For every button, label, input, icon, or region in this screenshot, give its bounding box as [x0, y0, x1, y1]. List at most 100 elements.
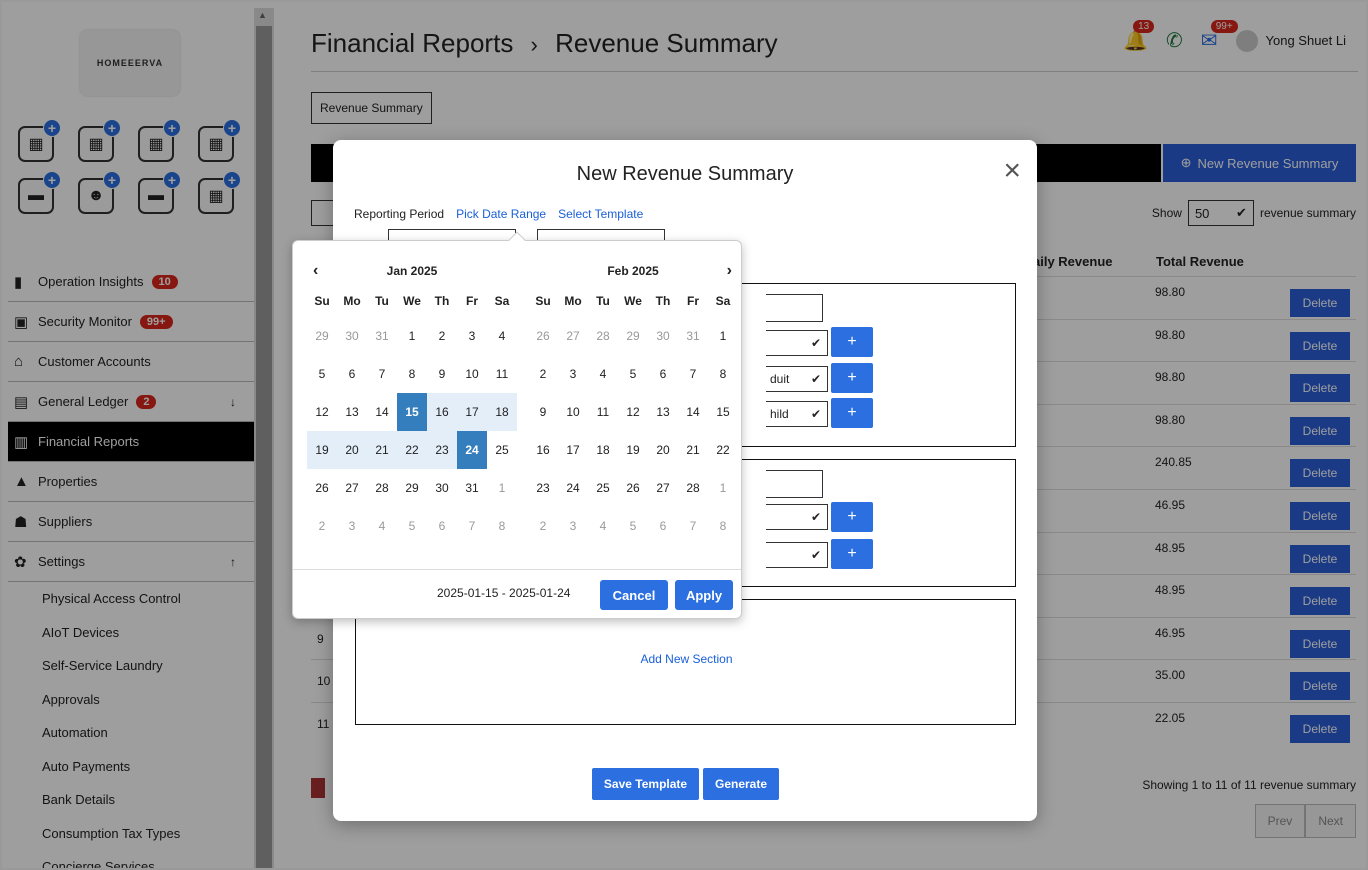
calendar-day[interactable]: 20 — [648, 431, 678, 469]
section-1-add-button-2[interactable]: + — [831, 363, 873, 393]
calendar-day[interactable]: 26 — [618, 469, 648, 507]
calendar-day[interactable]: 23 — [528, 469, 558, 507]
calendar-day[interactable]: 29 — [307, 317, 337, 355]
calendar-day[interactable]: 7 — [457, 507, 487, 545]
section-2-add-button-1[interactable]: + — [831, 502, 873, 532]
calendar-day[interactable]: 26 — [307, 469, 337, 507]
calendar-day[interactable]: 8 — [397, 355, 427, 393]
section-1-select-3[interactable]: hild ✔ — [766, 401, 828, 427]
calendar-day[interactable]: 27 — [337, 469, 367, 507]
calendar-day[interactable]: 29 — [618, 317, 648, 355]
calendar-day[interactable]: 27 — [648, 469, 678, 507]
add-new-section-link[interactable]: Add New Section — [356, 652, 1017, 666]
section-1-name-input[interactable] — [766, 294, 823, 322]
calendar-day[interactable]: 3 — [457, 317, 487, 355]
calendar-day[interactable]: 14 — [678, 393, 708, 431]
calendar-day[interactable]: 4 — [367, 507, 397, 545]
calendar-day[interactable]: 6 — [337, 355, 367, 393]
section-1-select-1[interactable]: ✔ — [766, 330, 828, 356]
calendar-day[interactable]: 11 — [487, 355, 517, 393]
calendar-day[interactable]: 30 — [427, 469, 457, 507]
calendar-day[interactable]: 16 — [427, 393, 457, 431]
calendar-day[interactable]: 2 — [528, 507, 558, 545]
calendar-day[interactable]: 2 — [307, 507, 337, 545]
calendar-day[interactable]: 9 — [427, 355, 457, 393]
calendar-day[interactable]: 8 — [708, 507, 738, 545]
calendar-day[interactable]: 12 — [307, 393, 337, 431]
calendar-day[interactable]: 3 — [558, 355, 588, 393]
calendar-day[interactable]: 5 — [307, 355, 337, 393]
calendar-day[interactable]: 21 — [678, 431, 708, 469]
calendar-day[interactable]: 31 — [367, 317, 397, 355]
apply-button[interactable]: Apply — [675, 580, 733, 610]
calendar-day[interactable]: 18 — [487, 393, 517, 431]
save-template-button[interactable]: Save Template — [592, 768, 699, 800]
select-template-link[interactable]: Select Template — [558, 207, 643, 221]
calendar-day[interactable]: 4 — [588, 355, 618, 393]
calendar-day[interactable]: 1 — [708, 469, 738, 507]
calendar-day[interactable]: 6 — [427, 507, 457, 545]
calendar-day[interactable]: 13 — [337, 393, 367, 431]
calendar-day[interactable]: 29 — [397, 469, 427, 507]
calendar-day[interactable]: 7 — [678, 507, 708, 545]
calendar-day[interactable]: 8 — [487, 507, 517, 545]
section-1-select-2[interactable]: duit ✔ — [766, 366, 828, 392]
calendar-day[interactable]: 11 — [588, 393, 618, 431]
section-2-select-2[interactable]: ✔ — [766, 542, 828, 568]
generate-button[interactable]: Generate — [703, 768, 779, 800]
next-month-icon[interactable]: › — [727, 257, 732, 285]
calendar-day[interactable]: 31 — [678, 317, 708, 355]
calendar-day[interactable]: 19 — [307, 431, 337, 469]
calendar-day[interactable]: 3 — [558, 507, 588, 545]
calendar-day[interactable]: 2 — [528, 355, 558, 393]
calendar-day[interactable]: 18 — [588, 431, 618, 469]
calendar-day[interactable]: 23 — [427, 431, 457, 469]
cancel-button[interactable]: Cancel — [600, 580, 668, 610]
calendar-day[interactable]: 24 — [457, 431, 487, 469]
section-2-select-1[interactable]: ✔ — [766, 504, 828, 530]
calendar-day[interactable]: 22 — [397, 431, 427, 469]
calendar-day[interactable]: 1 — [397, 317, 427, 355]
calendar-day[interactable]: 10 — [457, 355, 487, 393]
calendar-day[interactable]: 30 — [648, 317, 678, 355]
calendar-day[interactable]: 26 — [528, 317, 558, 355]
calendar-day[interactable]: 28 — [678, 469, 708, 507]
calendar-day[interactable]: 20 — [337, 431, 367, 469]
calendar-day[interactable]: 8 — [708, 355, 738, 393]
calendar-day[interactable]: 28 — [588, 317, 618, 355]
calendar-day[interactable]: 25 — [588, 469, 618, 507]
calendar-day[interactable]: 10 — [558, 393, 588, 431]
calendar-day[interactable]: 27 — [558, 317, 588, 355]
calendar-day[interactable]: 7 — [678, 355, 708, 393]
calendar-day[interactable]: 1 — [708, 317, 738, 355]
calendar-day[interactable]: 15 — [708, 393, 738, 431]
calendar-day[interactable]: 12 — [618, 393, 648, 431]
section-1-add-button-1[interactable]: + — [831, 327, 873, 357]
calendar-day[interactable]: 4 — [487, 317, 517, 355]
calendar-day[interactable]: 25 — [487, 431, 517, 469]
calendar-day[interactable]: 19 — [618, 431, 648, 469]
calendar-day[interactable]: 7 — [367, 355, 397, 393]
calendar-day[interactable]: 6 — [648, 355, 678, 393]
calendar-day[interactable]: 24 — [558, 469, 588, 507]
calendar-day[interactable]: 31 — [457, 469, 487, 507]
calendar-day[interactable]: 13 — [648, 393, 678, 431]
calendar-day[interactable]: 17 — [457, 393, 487, 431]
section-2-add-button-2[interactable]: + — [831, 539, 873, 569]
calendar-day[interactable]: 1 — [487, 469, 517, 507]
calendar-day[interactable]: 30 — [337, 317, 367, 355]
close-icon[interactable]: × — [1003, 154, 1021, 188]
calendar-day[interactable]: 5 — [397, 507, 427, 545]
calendar-day[interactable]: 14 — [367, 393, 397, 431]
calendar-day[interactable]: 15 — [397, 393, 427, 431]
calendar-day[interactable]: 2 — [427, 317, 457, 355]
section-1-add-button-3[interactable]: + — [831, 398, 873, 428]
calendar-day[interactable]: 5 — [618, 355, 648, 393]
calendar-day[interactable]: 28 — [367, 469, 397, 507]
calendar-day[interactable]: 21 — [367, 431, 397, 469]
calendar-day[interactable]: 5 — [618, 507, 648, 545]
prev-month-icon[interactable]: ‹ — [313, 257, 318, 285]
calendar-day[interactable]: 4 — [588, 507, 618, 545]
calendar-day[interactable]: 22 — [708, 431, 738, 469]
pick-date-range-link[interactable]: Pick Date Range — [456, 207, 546, 221]
